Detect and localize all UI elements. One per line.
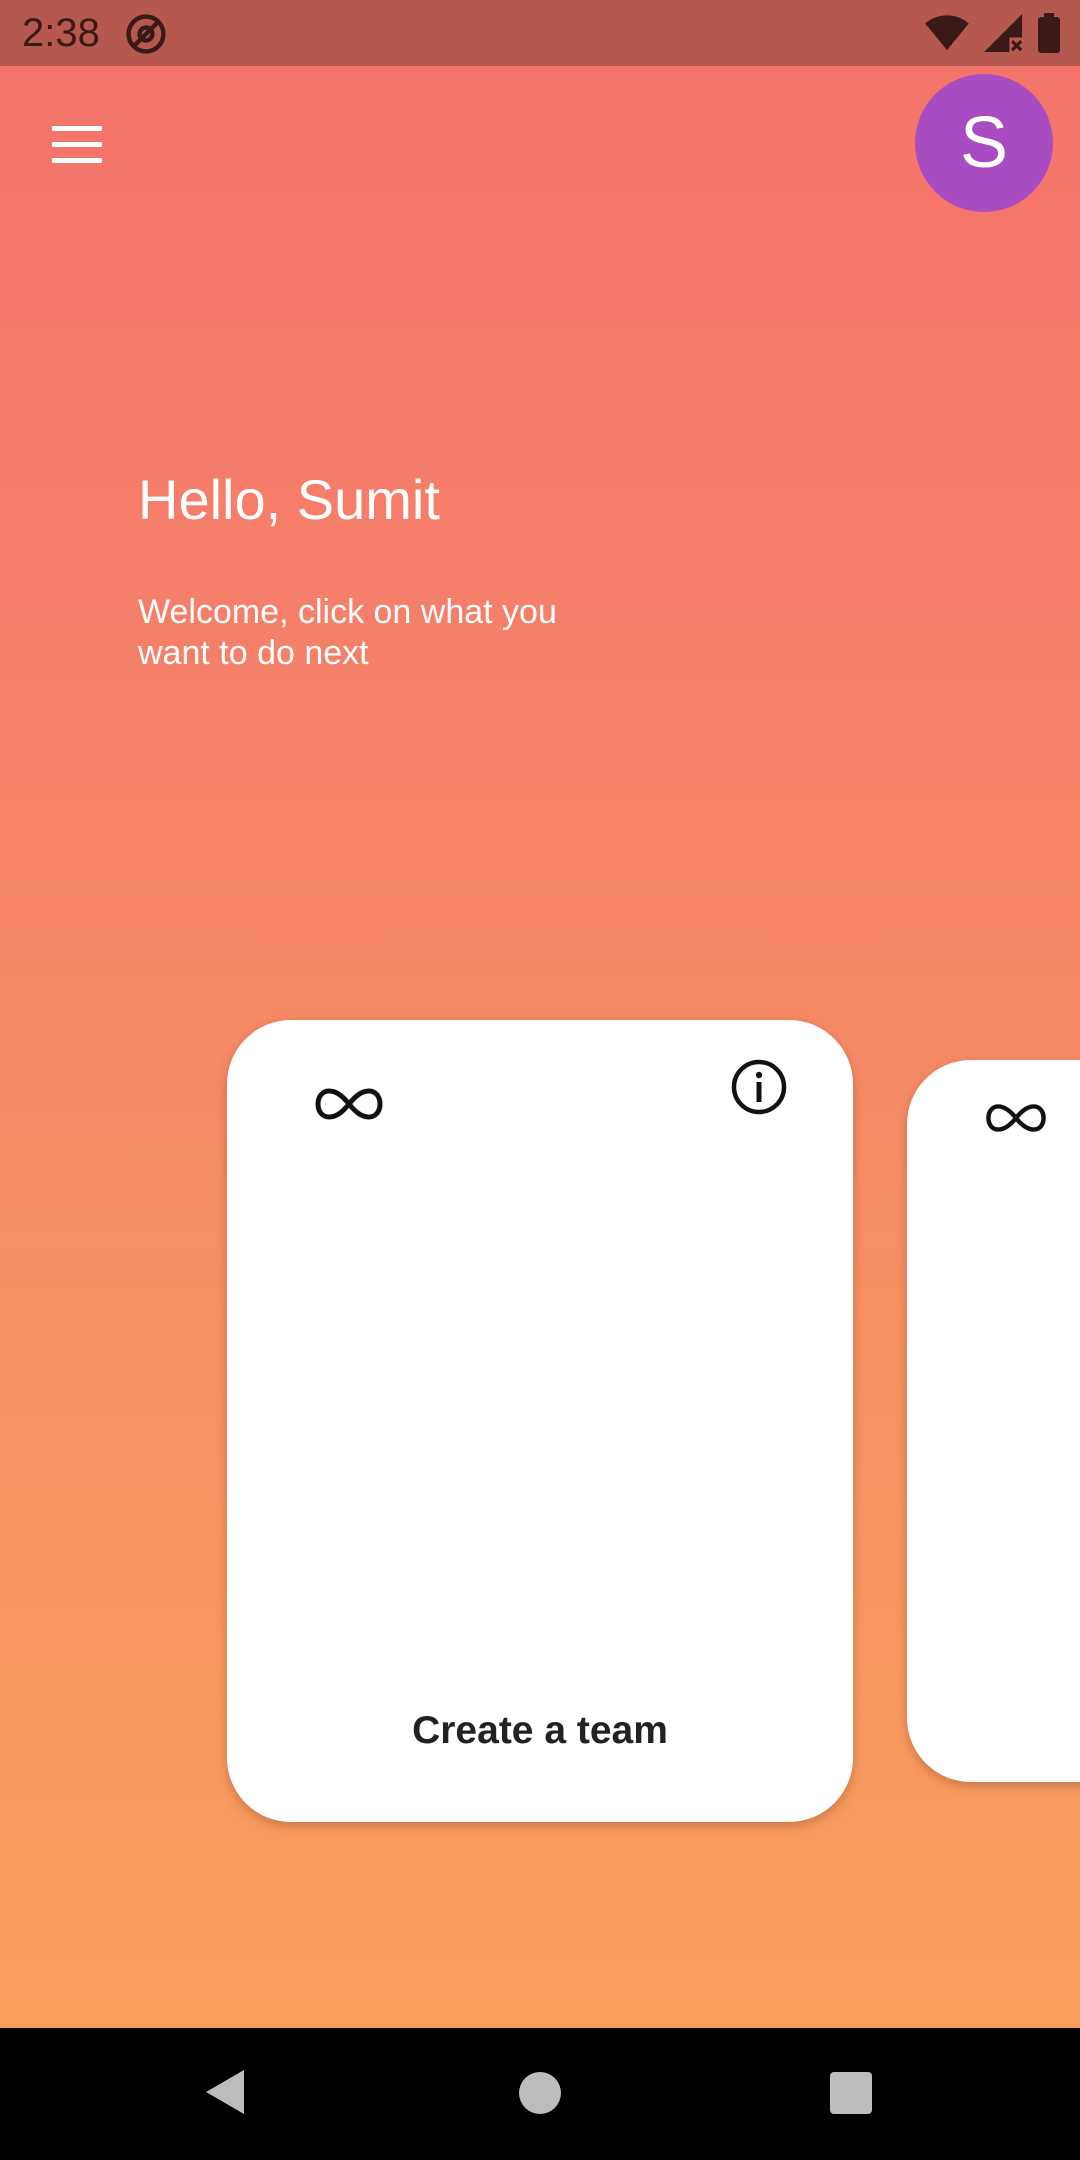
- back-icon[interactable]: [204, 2068, 246, 2116]
- signal-no-data-icon: [984, 14, 1023, 52]
- status-time: 2:38: [22, 11, 100, 55]
- infinity-icon: [986, 1104, 1046, 1132]
- navigation-bar: [0, 2028, 1080, 2160]
- status-icons: [924, 10, 1060, 56]
- card-title: Create a team: [412, 1709, 668, 1752]
- avatar[interactable]: S: [915, 74, 1053, 212]
- create-team-card[interactable]: Create a team: [227, 1020, 853, 1822]
- home-screen: 2:38 S Hello, Sumit Welcome, click on wh…: [0, 0, 1080, 2160]
- home-icon[interactable]: [519, 2072, 561, 2114]
- at-sign-icon: [126, 14, 166, 54]
- next-card[interactable]: [907, 1060, 1080, 1782]
- welcome-text: Welcome, click on what you want to do ne…: [138, 593, 557, 672]
- greeting-title: Hello, Sumit: [138, 468, 440, 531]
- infinity-icon: [315, 1088, 383, 1120]
- battery-icon: [1038, 13, 1060, 53]
- hamburger-menu-icon[interactable]: [52, 124, 102, 164]
- recents-icon[interactable]: [830, 2072, 872, 2114]
- status-bar: 2:38: [0, 0, 1080, 66]
- info-icon[interactable]: [730, 1058, 788, 1116]
- wifi-icon: [925, 15, 969, 51]
